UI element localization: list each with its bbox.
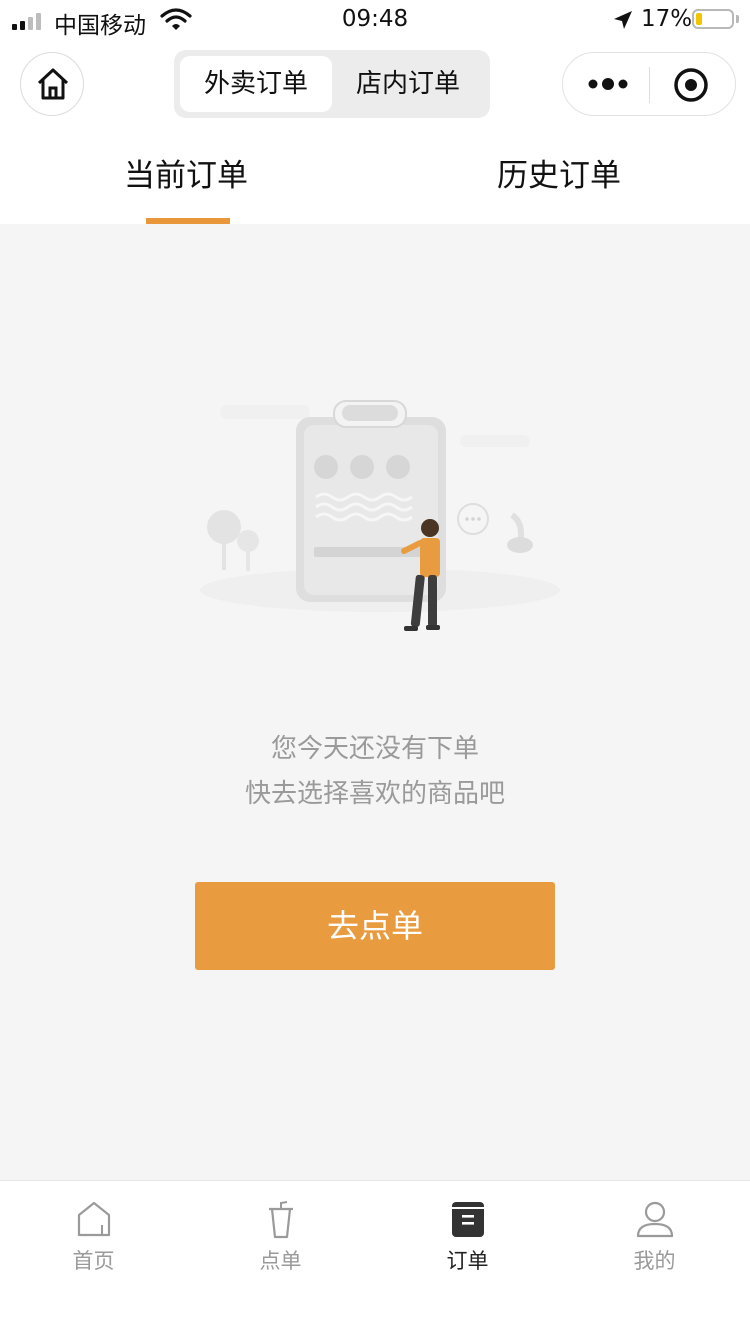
cup-icon [269, 1201, 293, 1239]
close-miniprogram-icon[interactable] [673, 67, 709, 103]
battery-percentage: 17% [641, 6, 693, 32]
tab-current-orders[interactable]: 当前订单 [124, 150, 248, 195]
go-order-button[interactable]: 去点单 [195, 882, 555, 970]
tab-menu[interactable]: 点单 [187, 1181, 374, 1291]
tab-label: 我的 [633, 1249, 676, 1273]
tab-profile[interactable]: 我的 [561, 1181, 748, 1291]
top-navbar: 外卖订单 店内订单 [0, 40, 750, 128]
more-icon[interactable] [587, 74, 629, 94]
miniprogram-capsule [562, 52, 736, 116]
home-button[interactable] [20, 52, 84, 116]
capsule-divider [649, 67, 650, 103]
tab-label: 订单 [446, 1249, 489, 1273]
order-type-switch: 外卖订单 店内订单 [174, 50, 490, 118]
empty-message-line1: 您今天还没有下单 [270, 734, 479, 764]
bottom-tab-bar: 首页 点单 订单 我的 [0, 1180, 750, 1335]
tab-label: 点单 [259, 1249, 302, 1273]
battery-cap [736, 15, 739, 23]
order-status-tabs: 当前订单 历史订单 [0, 128, 750, 224]
home-icon [77, 1201, 111, 1237]
profile-icon [636, 1201, 674, 1238]
home-icon [37, 68, 69, 100]
battery-level [696, 13, 702, 25]
empty-message-line2: 快去选择喜欢的商品吧 [244, 779, 505, 809]
battery-icon [692, 9, 734, 29]
tab-history-orders[interactable]: 历史订单 [497, 150, 621, 195]
delivery-orders-tab[interactable]: 外卖订单 [180, 56, 332, 112]
status-bar: 中国移动 09:48 17% [0, 0, 750, 40]
clock: 09:48 [341, 6, 409, 32]
empty-order-illustration [200, 400, 560, 631]
tab-label: 首页 [72, 1249, 115, 1273]
active-tab-indicator [146, 218, 230, 224]
location-arrow-icon [614, 11, 632, 29]
tab-home[interactable]: 首页 [0, 1181, 187, 1291]
dine-in-orders-tab[interactable]: 店内订单 [332, 56, 484, 112]
tab-orders[interactable]: 订单 [374, 1181, 561, 1291]
order-icon [452, 1202, 484, 1237]
